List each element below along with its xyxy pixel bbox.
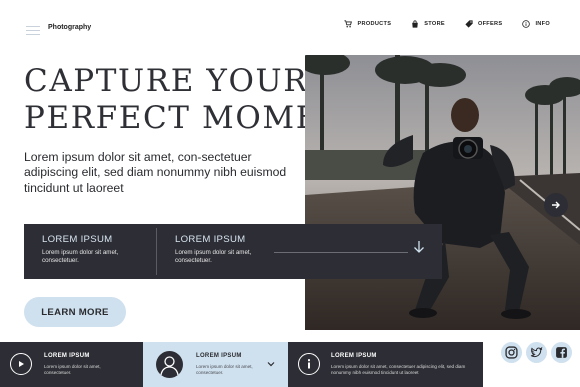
info-item-title: LOREM IPSUM: [175, 234, 246, 245]
feature-card[interactable]: LOREM IPSUM Lorem ipsum dolor sit amet, …: [143, 342, 288, 387]
tag-icon: [465, 20, 473, 28]
feature-text: Lorem ipsum dolor sit amet, consectetuer…: [44, 364, 101, 375]
twitter-icon[interactable]: [526, 342, 547, 363]
nav-products[interactable]: PRODUCTS: [344, 20, 391, 28]
bag-icon: [412, 20, 419, 28]
avatar: [156, 351, 183, 378]
arrow-down-icon[interactable]: [413, 240, 425, 254]
info-item-text: Lorem ipsum dolor sit amet, consectetuer…: [175, 249, 252, 264]
facebook-icon[interactable]: [551, 342, 572, 363]
nav-label: OFFERS: [477, 21, 503, 27]
instagram-icon[interactable]: [501, 342, 522, 363]
info-icon: [522, 20, 531, 28]
info-item-text: Lorem ipsum dolor sit amet, consectetuer…: [42, 249, 119, 264]
nav-label: STORE: [424, 21, 445, 27]
feature-card[interactable]: LOREM IPSUM Lorem ipsum dolor sit amet, …: [288, 342, 483, 387]
brand-name[interactable]: Photography: [48, 24, 91, 31]
feature-title: LOREM IPSUM: [331, 353, 377, 359]
next-slide-button[interactable]: [544, 193, 568, 217]
info-icon: [298, 353, 320, 375]
hero-lead-text: Lorem ipsum dolor sit amet, con-sectetue…: [24, 150, 287, 195]
feature-card[interactable]: LOREM IPSUM Lorem ipsum dolor sit amet, …: [0, 342, 143, 387]
hero-photo: [305, 55, 580, 330]
feature-title: LOREM IPSUM: [196, 353, 242, 359]
menu-icon[interactable]: [26, 26, 40, 35]
top-nav: Photography PRODUCTS STORE OFFERS INFO: [0, 0, 580, 55]
nav-info[interactable]: INFO: [522, 20, 550, 28]
info-item: LOREM IPSUM Lorem ipsum dolor sit amet, …: [175, 234, 285, 265]
nav-label: INFO: [535, 21, 550, 27]
arrow-right-icon: [552, 201, 560, 209]
social-links: [501, 342, 572, 363]
play-icon: [10, 353, 32, 375]
chevron-down-icon[interactable]: [267, 361, 275, 367]
feature-title: LOREM IPSUM: [44, 353, 90, 359]
info-item-title: LOREM IPSUM: [42, 234, 113, 245]
divider: [274, 252, 408, 253]
nav-label: PRODUCTS: [357, 21, 392, 27]
learn-more-button[interactable]: LEARN MORE: [24, 297, 126, 327]
cart-icon: [344, 20, 353, 28]
feature-text: Lorem ipsum dolor sit amet, consectetuer…: [196, 364, 253, 375]
nav-store[interactable]: STORE: [411, 20, 445, 28]
info-item: LOREM IPSUM Lorem ipsum dolor sit amet, …: [42, 234, 152, 265]
photographer-image: [305, 55, 580, 330]
divider: [156, 228, 157, 275]
info-bar: LOREM IPSUM Lorem ipsum dolor sit amet, …: [24, 224, 442, 279]
feature-text: Lorem ipsum dolor sit amet, consectetuer…: [331, 364, 466, 375]
nav-offers[interactable]: OFFERS: [465, 20, 503, 28]
